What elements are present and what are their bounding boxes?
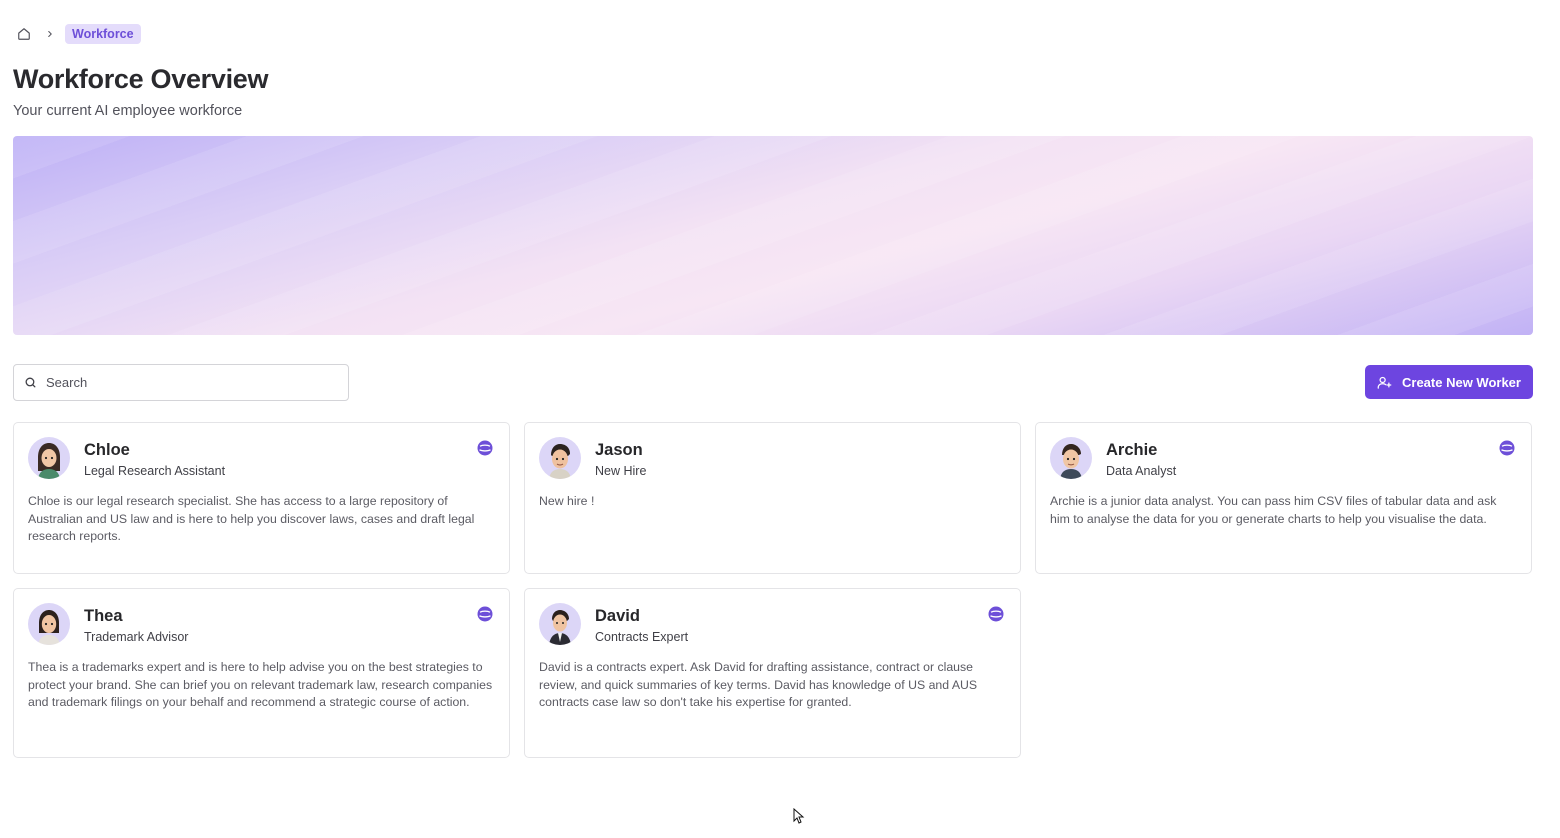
worker-card-jason[interactable]: Jason New Hire New hire ! bbox=[524, 422, 1021, 574]
worker-name: David bbox=[595, 607, 640, 625]
worker-role: Data Analyst bbox=[1106, 464, 1177, 478]
workforce-page: Workforce Workforce Overview Your curren… bbox=[0, 0, 1560, 838]
worker-name: Thea bbox=[84, 607, 123, 625]
worker-card-thea[interactable]: Thea Trademark Advisor Thea is a tradema… bbox=[13, 588, 510, 758]
worker-active-icon bbox=[477, 606, 493, 622]
worker-card-david[interactable]: David Contracts Expert David is a contra… bbox=[524, 588, 1021, 758]
worker-role: Contracts Expert bbox=[595, 630, 689, 644]
hero-banner bbox=[13, 136, 1533, 335]
worker-active-icon bbox=[1499, 440, 1515, 456]
worker-card-archie[interactable]: Archie Data Analyst Archie is a junior d… bbox=[1035, 422, 1532, 574]
page-subtitle: Your current AI employee workforce bbox=[13, 103, 243, 119]
worker-role: Trademark Advisor bbox=[84, 630, 189, 644]
worker-active-icon bbox=[988, 606, 1004, 622]
worker-card-chloe[interactable]: Chloe Legal Research Assistant Chloe is … bbox=[13, 422, 510, 574]
search-box[interactable] bbox=[13, 364, 349, 401]
worker-name: Jason bbox=[595, 441, 643, 459]
avatar bbox=[539, 437, 581, 479]
worker-role: New Hire bbox=[595, 464, 647, 478]
user-plus-icon bbox=[1377, 375, 1392, 390]
avatar bbox=[1050, 437, 1092, 479]
worker-description: Archie is a junior data analyst. You can… bbox=[1050, 494, 1497, 526]
home-icon[interactable] bbox=[13, 23, 35, 45]
search-input[interactable] bbox=[46, 375, 326, 390]
worker-description: Chloe is our legal research specialist. … bbox=[28, 494, 475, 543]
mouse-pointer-icon bbox=[793, 807, 805, 824]
worker-name: Archie bbox=[1106, 441, 1158, 459]
worker-active-icon bbox=[477, 440, 493, 456]
avatar bbox=[28, 603, 70, 645]
worker-description: Thea is a trademarks expert and is here … bbox=[28, 660, 493, 709]
worker-description: New hire ! bbox=[539, 494, 595, 508]
page-title: Workforce Overview bbox=[13, 64, 269, 94]
avatar bbox=[28, 437, 70, 479]
worker-name: Chloe bbox=[84, 441, 130, 459]
create-new-worker-label: Create New Worker bbox=[1402, 374, 1521, 390]
avatar bbox=[539, 603, 581, 645]
chevron-right-icon bbox=[41, 23, 59, 45]
breadcrumb: Workforce bbox=[13, 23, 141, 45]
breadcrumb-current[interactable]: Workforce bbox=[65, 24, 141, 44]
worker-role: Legal Research Assistant bbox=[84, 464, 226, 478]
worker-description: David is a contracts expert. Ask David f… bbox=[539, 660, 978, 709]
search-icon bbox=[24, 376, 37, 389]
create-new-worker-button[interactable]: Create New Worker bbox=[1365, 365, 1533, 399]
